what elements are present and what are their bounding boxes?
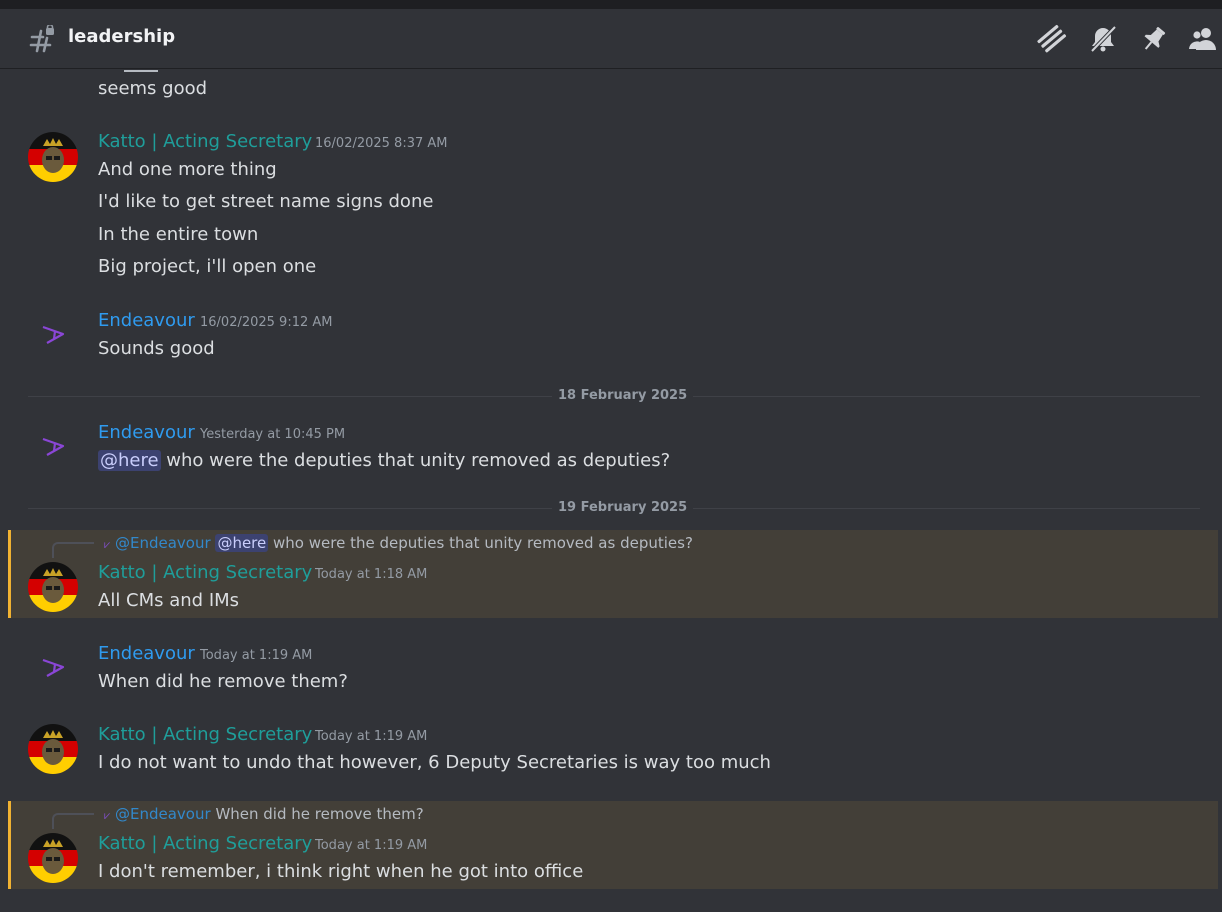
here-mention[interactable]: @here [98, 450, 161, 471]
timestamp: Today at 1:19 AM [315, 838, 428, 853]
reply-preview[interactable]: ⩗ @Endeavour When did he remove them? [104, 805, 424, 823]
date-divider-label: 19 February 2025 [552, 500, 694, 515]
timestamp: 16/02/2025 8:37 AM [315, 136, 448, 151]
message-text: When did he remove them? [98, 671, 348, 692]
date-divider-label: 18 February 2025 [552, 388, 694, 403]
timestamp: 16/02/2025 9:12 AM [200, 315, 333, 330]
reply-avatar-icon: ⩗ [104, 809, 111, 822]
members-icon[interactable] [1188, 24, 1218, 54]
cut-off-element [124, 70, 158, 72]
message-text: seems good [98, 78, 208, 99]
avatar[interactable] [28, 643, 78, 693]
message-text: @here who were the deputies that unity r… [98, 450, 670, 471]
reply-author[interactable]: @Endeavour [115, 534, 211, 552]
username[interactable]: Katto | Acting Secretary [98, 833, 312, 854]
timestamp: Today at 1:19 AM [315, 729, 428, 744]
avatar[interactable] [28, 310, 78, 360]
avatar[interactable] [28, 833, 78, 883]
message-text: Sounds good [98, 338, 215, 359]
here-mention: @here [215, 534, 269, 552]
timestamp: Today at 1:18 AM [315, 567, 428, 582]
message-text: I do not want to undo that however, 6 De… [98, 752, 771, 773]
channel-hash-icon [29, 25, 54, 53]
message-text: Big project, i'll open one [98, 256, 317, 277]
avatar[interactable] [28, 562, 78, 612]
reply-spine [52, 813, 94, 829]
message-list: seems good Katto | Acting Secretary 16/0… [0, 70, 1222, 912]
timestamp: Yesterday at 10:45 PM [200, 427, 346, 442]
username[interactable]: Endeavour [98, 643, 195, 664]
notifications-muted-icon[interactable] [1088, 24, 1118, 54]
username[interactable]: Katto | Acting Secretary [98, 131, 312, 152]
message-text-body: who were the deputies that unity removed… [166, 450, 671, 471]
message-text: And one more thing [98, 159, 277, 180]
username[interactable]: Endeavour [98, 310, 195, 331]
message-text: I don't remember, i think right when he … [98, 861, 584, 882]
threads-icon[interactable] [1037, 24, 1067, 54]
username[interactable]: Katto | Acting Secretary [98, 562, 312, 583]
message-text: I'd like to get street name signs done [98, 191, 434, 212]
reply-author[interactable]: @Endeavour [115, 805, 211, 823]
message-text: All CMs and IMs [98, 590, 240, 611]
reply-spine [52, 542, 94, 558]
avatar[interactable] [28, 724, 78, 774]
avatar[interactable] [28, 132, 78, 182]
reply-text: When did he remove them? [215, 805, 424, 823]
reply-preview[interactable]: ⩗ @Endeavour @here who were the deputies… [104, 534, 693, 552]
username[interactable]: Endeavour [98, 422, 195, 443]
pin-icon[interactable] [1139, 24, 1169, 54]
reply-avatar-icon: ⩗ [104, 538, 111, 551]
channel-header: leadership [0, 9, 1222, 69]
username[interactable]: Katto | Acting Secretary [98, 724, 312, 745]
channel-title: leadership [68, 26, 176, 47]
message-text: In the entire town [98, 224, 259, 245]
timestamp: Today at 1:19 AM [200, 648, 313, 663]
avatar[interactable] [28, 422, 78, 472]
window-top-strip [0, 0, 1222, 9]
reply-text: who were the deputies that unity removed… [273, 534, 693, 552]
